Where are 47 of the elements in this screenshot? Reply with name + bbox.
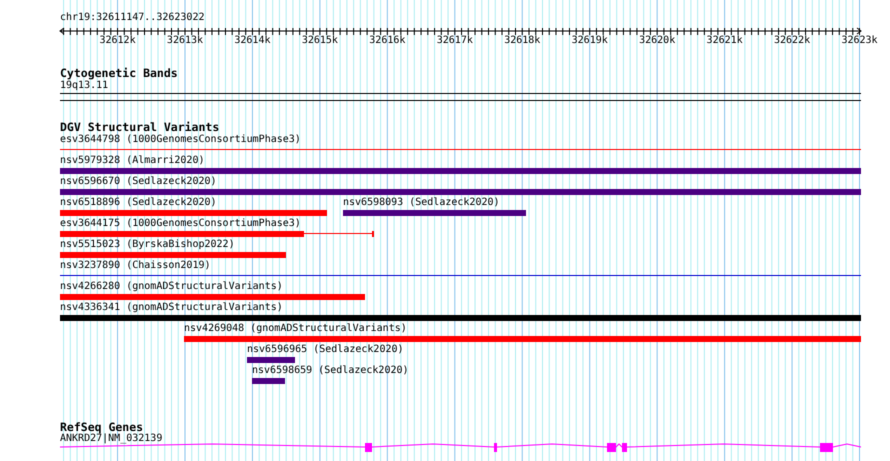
variant-label: nsv6518896 (Sedlazeck2020) xyxy=(60,197,217,209)
ruler-tick-label: 32623k xyxy=(840,35,879,47)
variant-bar[interactable] xyxy=(60,231,304,237)
variant-bar[interactable] xyxy=(60,294,365,300)
variant-label: nsv4269048 (gnomADStructuralVariants) xyxy=(184,323,407,335)
ruler-tick-label: 32621k xyxy=(706,35,744,47)
variant-label: nsv4266280 (gnomADStructuralVariants) xyxy=(60,281,283,293)
variant-line[interactable] xyxy=(60,149,861,150)
variant-label: nsv5515023 (ByrskaBishop2022) xyxy=(60,239,235,251)
ruler-tick-label: 32614k xyxy=(233,35,272,47)
ruler-tick-label: 32612k xyxy=(98,35,137,47)
variant-bar[interactable] xyxy=(60,189,861,195)
ruler-tick-label: 32615k xyxy=(300,35,339,47)
ruler-tick-label: 32616k xyxy=(368,35,406,47)
variant-label: nsv5979328 (Almarri2020) xyxy=(60,155,204,167)
track-title: DGV Structural Variants xyxy=(60,121,220,133)
variant-bar[interactable] xyxy=(60,210,327,216)
location-label: chr19:32611147..32623022 xyxy=(60,12,204,24)
variant-label: esv3644798 (1000GenomesConsortiumPhase3) xyxy=(60,134,301,146)
variant-label: nsv6598093 (Sedlazeck2020) xyxy=(343,197,500,209)
variant-line[interactable] xyxy=(60,275,861,276)
variant-bar[interactable] xyxy=(343,210,526,216)
variant-bar[interactable] xyxy=(60,315,861,321)
ruler-tick-label: 32619k xyxy=(570,35,609,47)
variant-bar[interactable] xyxy=(252,378,285,384)
variant-bar[interactable] xyxy=(247,357,295,363)
ruler-tick-label: 32617k xyxy=(436,35,474,47)
ruler-tick-label: 32620k xyxy=(638,35,676,47)
cytoband[interactable] xyxy=(60,93,861,101)
track-title: RefSeq Genes xyxy=(60,421,144,433)
cytoband-label: 19q13.11 xyxy=(60,80,108,92)
variant-label: esv3644175 (1000GenomesConsortiumPhase3) xyxy=(60,218,301,230)
variant-extension-line xyxy=(304,231,374,237)
variant-bar[interactable] xyxy=(60,252,286,258)
ruler-tick-label: 32613k xyxy=(166,35,204,47)
variant-label: nsv6596965 (Sedlazeck2020) xyxy=(247,344,404,356)
gene-model-drawing[interactable] xyxy=(60,443,862,452)
track-title: Cytogenetic Bands xyxy=(60,67,178,79)
variant-label: nsv3237890 (Chaisson2019) xyxy=(60,260,211,272)
ruler-tick-label: 32622k xyxy=(773,35,812,47)
ruler-tick-label: 32618k xyxy=(503,35,542,47)
gene-label: ANKRD27|NM_032139 xyxy=(60,433,162,445)
variant-label: nsv6596670 (Sedlazeck2020) xyxy=(60,176,217,188)
variant-bar[interactable] xyxy=(60,168,861,174)
variant-label: nsv6598659 (Sedlazeck2020) xyxy=(252,365,409,377)
variant-label: nsv4336341 (gnomADStructuralVariants) xyxy=(60,302,283,314)
variant-bar[interactable] xyxy=(184,336,861,342)
